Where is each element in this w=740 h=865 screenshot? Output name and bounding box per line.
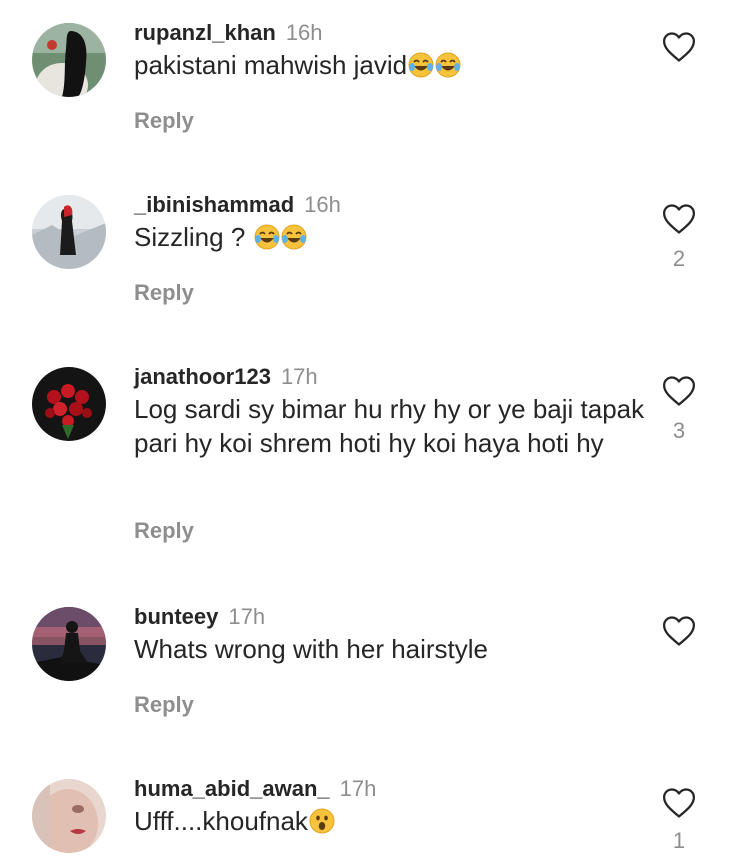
comment-meta: bunteey 17h: [134, 602, 265, 632]
username[interactable]: _ibinishammad: [134, 192, 294, 217]
comment-meta: huma_abid_awan_ 17h: [134, 774, 376, 804]
avatar-image: [32, 367, 106, 441]
comment-text: Log sardi sy bimar hu rhy hy or ye baji …: [134, 392, 654, 460]
reply-button[interactable]: Reply: [134, 108, 194, 134]
username[interactable]: bunteey: [134, 604, 218, 629]
timestamp: 17h: [339, 776, 377, 801]
avatar-image: [32, 607, 106, 681]
timestamp: 17h: [280, 364, 318, 389]
avatar[interactable]: [32, 607, 106, 681]
avatar[interactable]: [32, 367, 106, 441]
timestamp: 17h: [228, 604, 266, 629]
like-count: 2: [672, 246, 686, 271]
comment-body: Whats wrong with her hairstyle: [134, 634, 489, 664]
timestamp: 16h: [285, 20, 323, 45]
reply-button[interactable]: Reply: [134, 692, 194, 718]
reply-button[interactable]: Reply: [134, 280, 194, 306]
like-count: 1: [672, 828, 686, 853]
tears-of-joy-emoji-icon: [435, 52, 461, 78]
heart-icon[interactable]: [662, 31, 696, 63]
heart-icon[interactable]: [662, 615, 696, 647]
comment-text: Ufff....khoufnak: [134, 804, 654, 838]
comment-text: Whats wrong with her hairstyle: [134, 632, 654, 666]
comment-meta: _ibinishammad 16h: [134, 190, 341, 220]
heart-icon[interactable]: [662, 203, 696, 235]
comment-meta: janathoor123 17h: [134, 362, 318, 392]
comment-meta: rupanzl_khan 16h: [134, 18, 323, 48]
reply-button[interactable]: Reply: [134, 518, 194, 544]
heart-icon[interactable]: [662, 375, 696, 407]
heart-icon[interactable]: [662, 787, 696, 819]
comment-body: Sizzling ?: [134, 222, 253, 252]
tears-of-joy-emoji-icon: [254, 224, 279, 250]
username[interactable]: huma_abid_awan_: [134, 776, 330, 801]
avatar-image: [32, 195, 106, 269]
comment-text: Sizzling ?: [134, 220, 654, 254]
tears-of-joy-emoji-icon: [281, 224, 306, 250]
timestamp: 16h: [304, 192, 341, 217]
username[interactable]: janathoor123: [134, 364, 271, 389]
username[interactable]: rupanzl_khan: [134, 20, 276, 45]
avatar[interactable]: [32, 779, 106, 853]
avatar[interactable]: [32, 23, 106, 97]
like-count: 3: [672, 418, 686, 443]
astonished-emoji-icon: [309, 808, 335, 834]
comment-body: Log sardi sy bimar hu rhy hy or ye baji …: [134, 394, 645, 458]
comment-body: Ufff....khoufnak: [134, 806, 308, 836]
comment-body: pakistani mahwish javid: [134, 50, 408, 80]
comment-text: pakistani mahwish javid: [134, 48, 654, 82]
avatar-image: [32, 23, 106, 97]
avatar-image: [32, 779, 106, 853]
tears-of-joy-emoji-icon: [408, 52, 434, 78]
avatar[interactable]: [32, 195, 106, 269]
